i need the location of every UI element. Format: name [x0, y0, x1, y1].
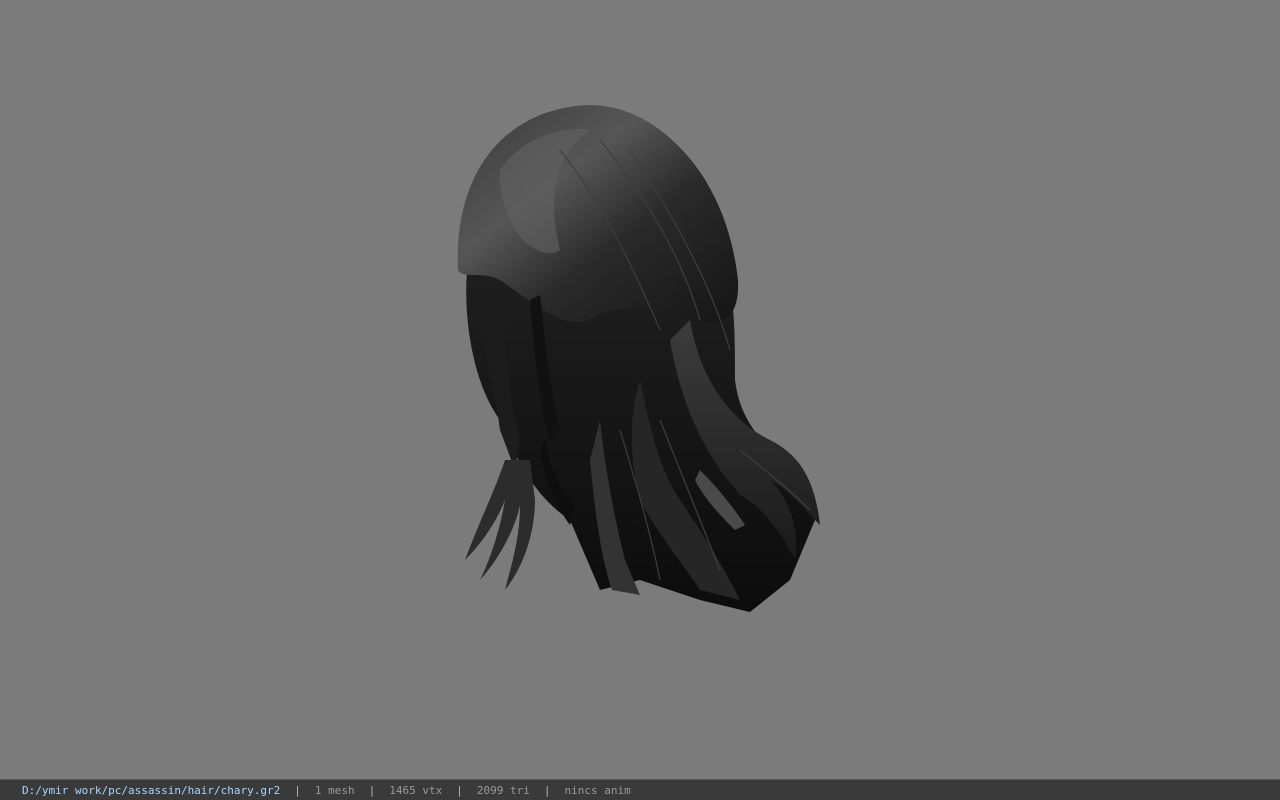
file-path-text: D:/ymir work/pc/assassin/hair/chary.gr2 [22, 783, 281, 797]
mesh-count-text: 1 mesh [314, 783, 355, 797]
animation-status-text: nincs anim [564, 783, 631, 797]
separator: | [543, 783, 551, 797]
separator: | [456, 783, 463, 797]
hair-strand-left-2 [465, 460, 535, 590]
vertex-count-text: 1465 vtx [389, 783, 443, 797]
3d-viewport[interactable] [0, 0, 1280, 779]
status-bar: D:/ymir work/pc/assassin/hair/chary.gr2 … [0, 779, 1280, 800]
separator: | [368, 783, 376, 797]
hair-model [457, 105, 820, 612]
triangle-count-text: 2099 tri [476, 783, 530, 797]
separator: | [294, 783, 301, 797]
